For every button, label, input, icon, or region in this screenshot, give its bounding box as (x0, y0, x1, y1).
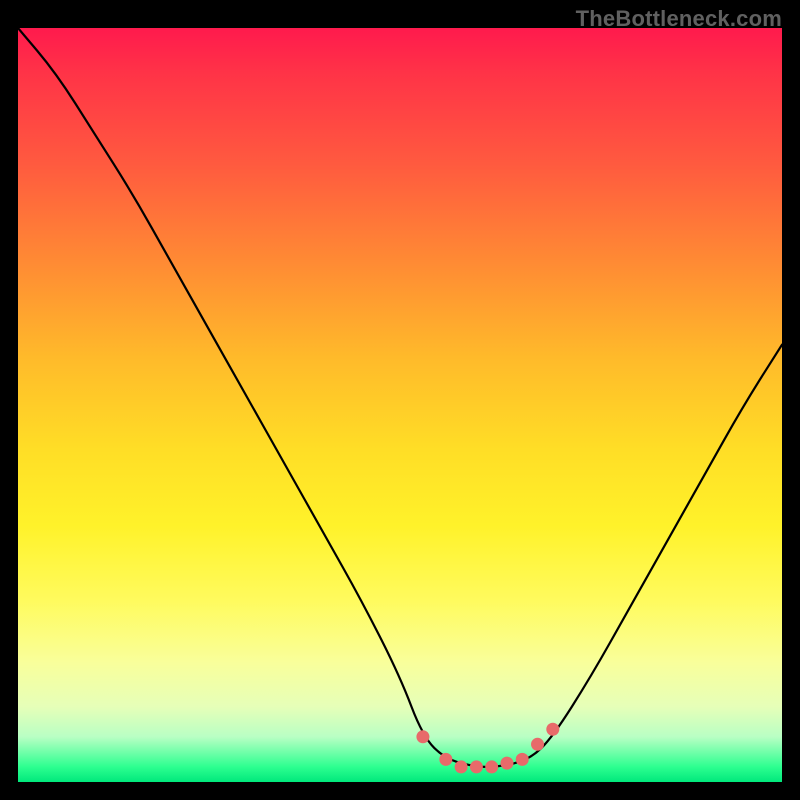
frame-right (782, 0, 800, 800)
sweet-spot-marker (546, 723, 559, 736)
sweet-spot-marker (439, 753, 452, 766)
frame-left (0, 0, 18, 800)
sweet-spot-marker (531, 738, 544, 751)
sweet-spot-marker (416, 730, 429, 743)
chart-area (18, 28, 782, 782)
sweet-spot-marker (485, 760, 498, 773)
watermark-text: TheBottleneck.com (576, 6, 782, 32)
frame-bottom (0, 782, 800, 800)
sweet-spot-marker (516, 753, 529, 766)
bottleneck-curve (18, 28, 782, 782)
sweet-spot-marker (500, 757, 513, 770)
sweet-spot-marker (470, 760, 483, 773)
sweet-spot-marker (455, 760, 468, 773)
